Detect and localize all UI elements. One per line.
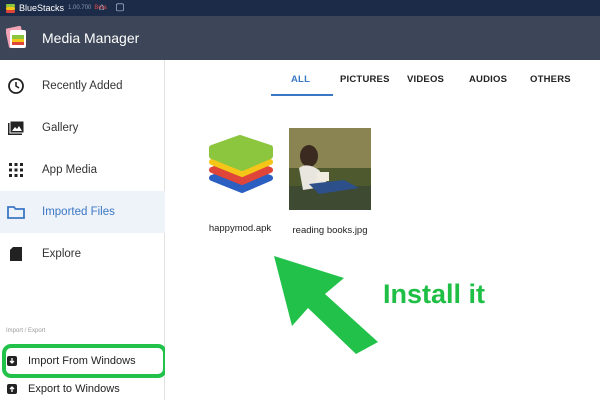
active-tab-indicator [271,94,333,96]
sidebar: Recently Added Gallery App Media Importe… [0,60,167,400]
tab-pictures[interactable]: PICTURES [340,74,390,85]
grid-icon [9,163,23,177]
export-to-windows-button[interactable]: Export to Windows [0,376,165,400]
export-item-label: Export to Windows [28,383,120,395]
highlight-ring [2,344,167,378]
sidebar-item-app-media[interactable]: App Media [0,149,165,191]
file-name: reading books.jpg [292,225,368,236]
sidebar-item-explore[interactable]: Explore [0,233,165,275]
tab-all[interactable]: ALL [291,74,310,85]
tab-videos[interactable]: VIDEOS [407,74,444,85]
folder-icon [7,206,25,219]
clock-icon [8,78,24,94]
app-title: Media Manager [42,30,140,46]
window-app-name: BlueStacks [19,3,65,13]
photo-thumbnail [289,128,371,210]
bluestacks-logo-icon [6,3,15,13]
home-icon[interactable]: ⌂ [96,2,108,13]
sidebar-item-label: Imported Files [42,206,115,218]
window-version: 1.00.700 [68,5,92,11]
tab-audios[interactable]: AUDIOS [469,74,507,85]
sidebar-item-label: App Media [42,164,97,176]
bluestacks-logo-icon [209,135,273,193]
window-title-bar: BlueStacks 1.00.700 Beta ⌂ ▢ [0,0,600,16]
filter-tabs: ALL PICTURES VIDEOS AUDIOS OTHERS [165,60,600,100]
sidebar-item-label: Recently Added [42,80,123,92]
app-bar: Media Manager [0,16,600,60]
window-icon[interactable]: ▢ [114,2,126,13]
import-export-section-label: Import / Export [6,328,46,334]
media-manager-icon [6,25,26,49]
file-item[interactable]: happymod.apk [195,128,285,234]
install-it-annotation: Install it [383,279,486,309]
annotation-arrow [274,256,378,354]
sidebar-item-gallery[interactable]: Gallery [0,107,165,149]
export-icon [7,384,17,394]
sidebar-item-label: Gallery [42,122,79,134]
sidebar-item-imported-files[interactable]: Imported Files [0,191,165,233]
file-name: happymod.apk [208,223,272,234]
sidebar-item-recently-added[interactable]: Recently Added [0,65,165,107]
main-content: ALL PICTURES VIDEOS AUDIOS OTHERS happym… [165,60,600,400]
tab-others[interactable]: OTHERS [530,74,571,85]
sd-card-icon [10,247,22,261]
file-item[interactable]: reading books.jpg [285,128,375,236]
sidebar-item-label: Explore [42,248,81,260]
gallery-icon [8,120,25,135]
